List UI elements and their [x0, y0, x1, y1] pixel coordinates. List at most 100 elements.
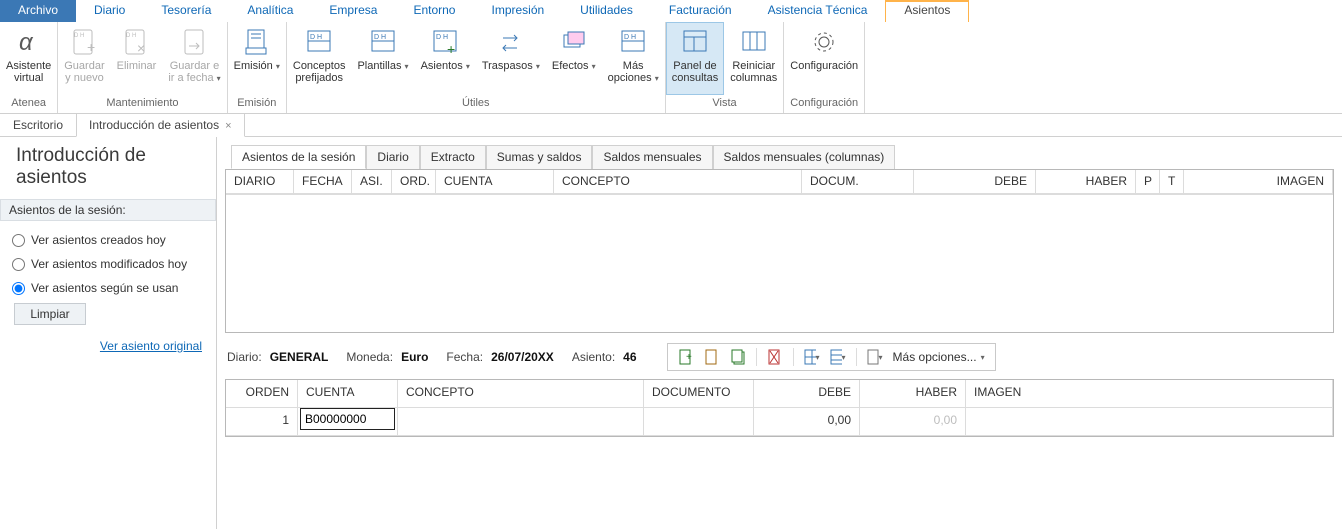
dh-icon: D H [617, 26, 649, 58]
panel-consultas-button[interactable]: Panel deconsultas [666, 22, 724, 95]
col-ord-[interactable]: ORD. [392, 170, 436, 194]
col-haber[interactable]: HABER [1036, 170, 1136, 194]
tab-saldos-mensuales[interactable]: Saldos mensuales [592, 145, 712, 169]
bcol-cuenta[interactable]: CUENTA [298, 380, 398, 408]
col-debe[interactable]: DEBE [914, 170, 1036, 194]
menu-tesorer-a[interactable]: Tesorería [143, 0, 229, 22]
ribbon: αAsistentevirtualAteneaD H+Guardary nuev… [0, 22, 1342, 114]
tab-extracto[interactable]: Extracto [420, 145, 486, 169]
reiniciar-columnas-button-label: Reiniciarcolumnas [730, 60, 777, 84]
columns-icon [738, 26, 770, 58]
configuracion-button[interactable]: Configuración [784, 22, 864, 95]
doc-export-icon[interactable]: ▾ [867, 349, 883, 365]
plantillas-button[interactable]: D HPlantillas ▾ [351, 22, 414, 95]
traspasos-button[interactable]: Traspasos ▾ [476, 22, 546, 95]
menu-asientos[interactable]: Asientos [885, 0, 969, 22]
menu-diario[interactable]: Diario [76, 0, 143, 22]
col-imagen[interactable]: IMAGEN [1184, 170, 1333, 194]
grid-b-icon[interactable]: ▾ [830, 349, 846, 365]
radio-0[interactable]: Ver asientos creados hoy [12, 233, 204, 247]
dh-plus-icon: D H+ [429, 26, 461, 58]
bcol-documento[interactable]: DOCUMENTO [644, 380, 754, 408]
doc-print-icon [241, 26, 273, 58]
menu-empresa[interactable]: Empresa [311, 0, 395, 22]
asientos-button[interactable]: D H+Asientos ▾ [415, 22, 476, 95]
configuracion-button-label: Configuración [790, 60, 858, 72]
col-asi-[interactable]: ASI. [352, 170, 392, 194]
traspasos-button-label: Traspasos ▾ [482, 60, 540, 73]
radio-2[interactable]: Ver asientos según se usan [12, 281, 204, 295]
ribbon-group-vista: Panel deconsultasReiniciarcolumnasVista [666, 22, 785, 113]
doc-new-icon[interactable]: + [678, 349, 694, 365]
efectos-button[interactable]: Efectos ▾ [546, 22, 602, 95]
ribbon-group--tiles: D HConceptosprefijadosD HPlantillas ▾D H… [287, 22, 666, 113]
col-t[interactable]: T [1160, 170, 1184, 194]
menu-impresi-n[interactable]: Impresión [473, 0, 562, 22]
radio-1[interactable]: Ver asientos modificados hoy [12, 257, 204, 271]
tab-sumas-y-saldos[interactable]: Sumas y saldos [486, 145, 593, 169]
menu-asistencia-t-cnica[interactable]: Asistencia Técnica [750, 0, 886, 22]
svg-text:D H: D H [310, 34, 322, 41]
doc-edit-icon[interactable] [704, 349, 720, 365]
cuenta-input[interactable] [300, 408, 395, 430]
radio-input-0[interactable] [12, 234, 25, 247]
page-title: Introducción de asientos [0, 137, 216, 199]
menubar: ArchivoDiarioTesoreríaAnalíticaEmpresaEn… [0, 0, 1342, 22]
guardar-y-nuevo-button: D H+Guardary nuevo [58, 22, 110, 95]
grid-a-icon[interactable]: ▾ [804, 349, 820, 365]
guardar-ir-fecha-button-label: Guardar eir a fecha ▾ [168, 60, 220, 85]
bcol-debe[interactable]: DEBE [754, 380, 860, 408]
guardar-y-nuevo-button-label: Guardary nuevo [64, 60, 104, 84]
ribbon-group-configuraci-n: ConfiguraciónConfiguración [784, 22, 865, 113]
col-fecha[interactable]: FECHA [294, 170, 352, 194]
gear-icon [808, 26, 840, 58]
mas-opciones-label: Más opciones... [893, 350, 977, 364]
cell-orden: 1 [226, 408, 298, 436]
bcol-haber[interactable]: HABER [860, 380, 966, 408]
menu-utilidades[interactable]: Utilidades [562, 0, 651, 22]
menu-facturaci-n[interactable]: Facturación [651, 0, 750, 22]
col-p[interactable]: P [1136, 170, 1160, 194]
tab-saldos-mensuales-columnas-[interactable]: Saldos mensuales (columnas) [713, 145, 896, 169]
reiniciar-columnas-button[interactable]: Reiniciarcolumnas [724, 22, 783, 95]
asistente-virtual-button[interactable]: αAsistentevirtual [0, 22, 57, 95]
bcol-imagen[interactable]: IMAGEN [966, 380, 1333, 408]
limpiar-button[interactable]: Limpiar [14, 303, 86, 325]
svg-text:D H: D H [126, 33, 136, 39]
radio-input-1[interactable] [12, 258, 25, 271]
mas-opciones-button[interactable]: D HMásopciones ▾ [602, 22, 665, 95]
tab-asientos-de-la-sesi-n[interactable]: Asientos de la sesión [231, 145, 366, 169]
menu-anal-tica[interactable]: Analítica [229, 0, 311, 22]
inner-tabstrip: Asientos de la sesiónDiarioExtractoSumas… [217, 137, 1342, 169]
emision-button[interactable]: Emisión ▾ [228, 22, 286, 95]
cards-icon [558, 26, 590, 58]
tab-diario[interactable]: Diario [366, 145, 419, 169]
ver-asiento-original-link[interactable]: Ver asiento original [0, 329, 216, 363]
cell-documento[interactable] [644, 408, 754, 436]
bcol-concepto[interactable]: CONCEPTO [398, 380, 644, 408]
diario-label: Diario: [227, 350, 262, 364]
chevron-down-icon: ▾ [466, 62, 470, 71]
menu-archivo[interactable]: Archivo [0, 0, 76, 22]
panel-icon [679, 26, 711, 58]
doctab-escritorio[interactable]: Escritorio [0, 113, 76, 136]
doctab-introducci-n-de-asientos[interactable]: Introducción de asientos× [76, 113, 245, 137]
conceptos-prefijados-button[interactable]: D HConceptosprefijados [287, 22, 352, 95]
dh-icon: D H [303, 26, 335, 58]
col-concepto[interactable]: CONCEPTO [554, 170, 802, 194]
close-icon[interactable]: × [225, 120, 231, 132]
cell-debe[interactable]: 0,00 [754, 408, 860, 436]
bcol-orden[interactable]: ORDEN [226, 380, 298, 408]
mas-opciones-dropdown[interactable]: Más opciones...▾ [893, 350, 985, 364]
doc-copy-icon[interactable] [730, 349, 746, 365]
col-diario[interactable]: DIARIO [226, 170, 294, 194]
menu-entorno[interactable]: Entorno [395, 0, 473, 22]
radio-input-2[interactable] [12, 282, 25, 295]
chevron-down-icon: ▾ [592, 62, 596, 71]
col-docum-[interactable]: DOCUM. [802, 170, 914, 194]
cell-haber[interactable]: 0,00 [860, 408, 966, 436]
col-cuenta[interactable]: CUENTA [436, 170, 554, 194]
cell-concepto[interactable] [398, 408, 644, 436]
doc-delete-icon[interactable] [767, 349, 783, 365]
cell-imagen[interactable] [966, 408, 1333, 436]
